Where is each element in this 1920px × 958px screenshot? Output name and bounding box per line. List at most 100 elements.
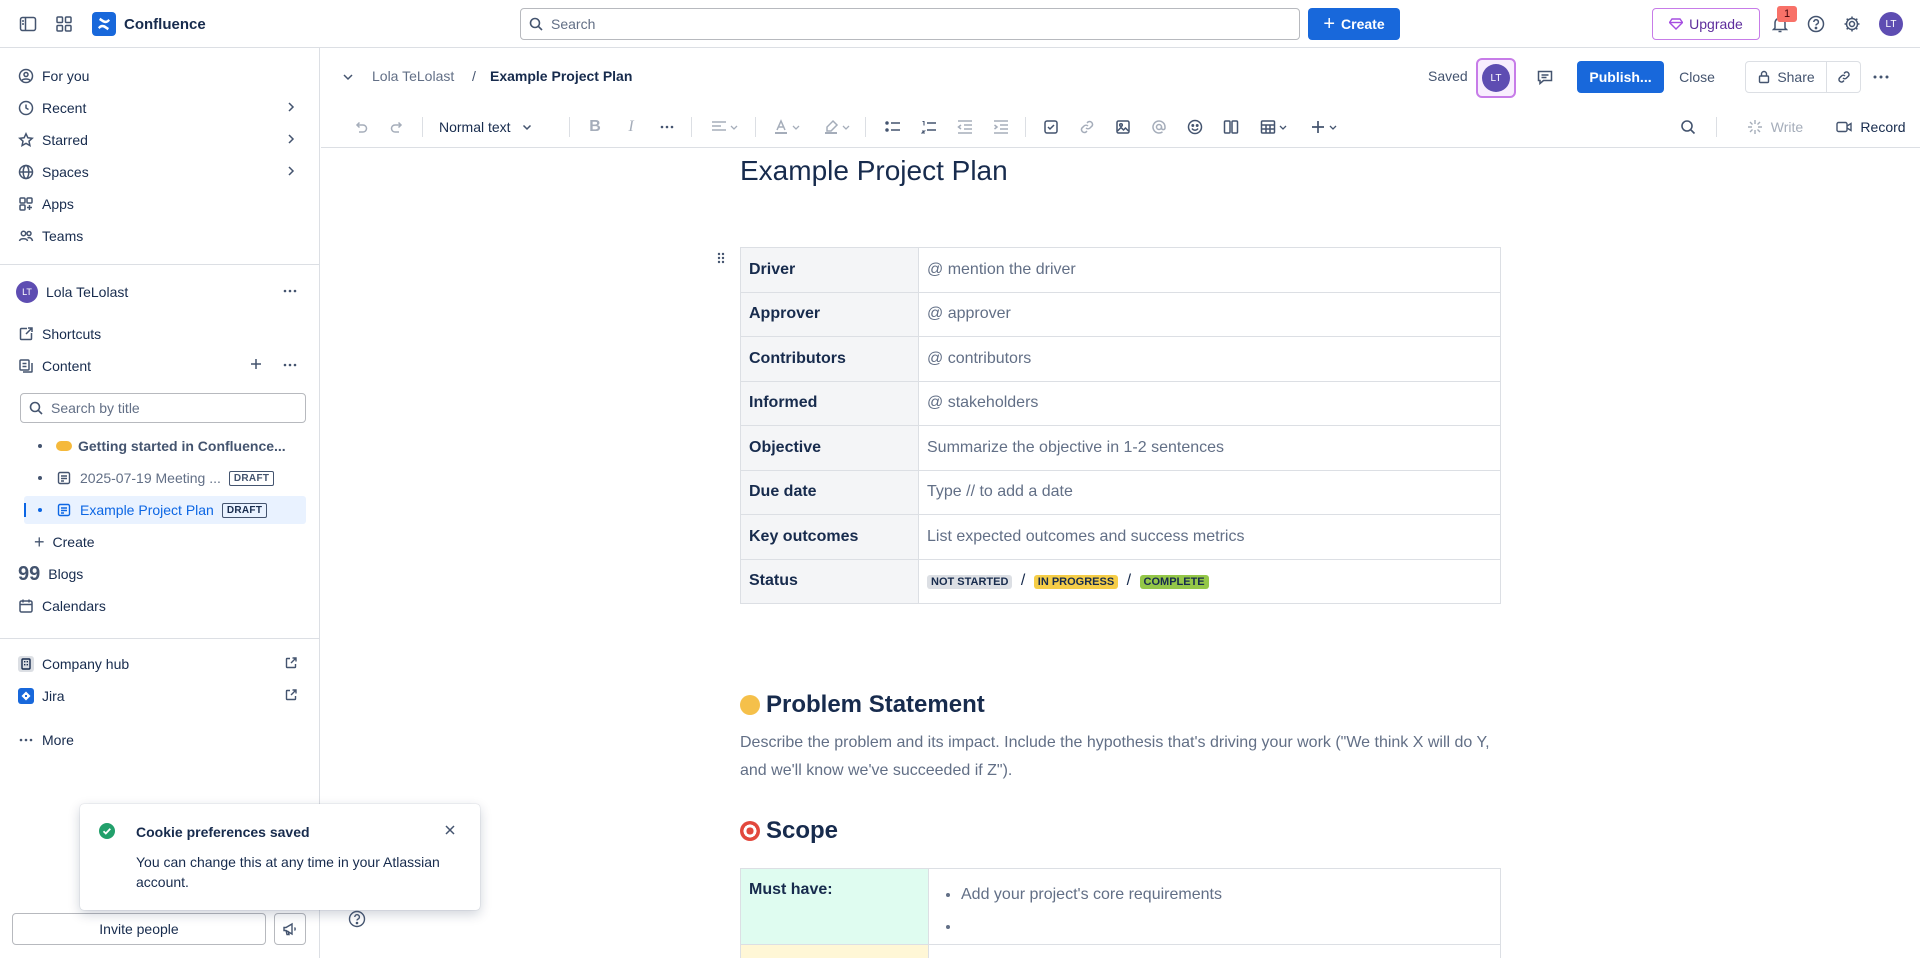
sidebar-item-content[interactable]: Content: [12, 352, 308, 380]
sidebar-item-jira[interactable]: Jira: [12, 682, 308, 710]
sidebar-item-blogs[interactable]: 99 Blogs: [12, 560, 308, 588]
italic-icon[interactable]: I: [619, 115, 643, 139]
copy-link-button[interactable]: [1827, 61, 1861, 93]
indent-icon[interactable]: [989, 115, 1013, 139]
more-actions-icon[interactable]: [282, 283, 298, 299]
find-replace-search-icon[interactable]: [1676, 115, 1700, 139]
close-button[interactable]: Close: [1671, 61, 1723, 93]
sidebar-item-spaces[interactable]: Spaces: [12, 158, 308, 186]
problem-statement-text[interactable]: Describe the problem and its impact. Inc…: [740, 729, 1510, 785]
redo-icon[interactable]: [385, 115, 409, 139]
table-key-cell[interactable]: Approver: [740, 291, 919, 337]
collaborator-avatar-button[interactable]: LT: [1476, 58, 1516, 98]
table-value-cell[interactable]: @ stakeholders: [918, 380, 1501, 426]
text-color-icon[interactable]: [769, 115, 805, 139]
search-by-title-input[interactable]: Search by title: [20, 393, 306, 423]
table-key-cell[interactable]: Status: [740, 558, 919, 604]
link-icon[interactable]: [1075, 115, 1099, 139]
list-item[interactable]: [961, 911, 1492, 943]
editor-content[interactable]: Example Project Plan Driver @ mention the…: [321, 149, 1920, 958]
help-icon[interactable]: [1804, 12, 1828, 36]
scope-heading[interactable]: Scope: [740, 817, 838, 845]
numbered-list-icon[interactable]: [917, 115, 941, 139]
table-key-cell[interactable]: Objective: [740, 425, 919, 471]
sidebar-item-starred[interactable]: Starred: [12, 126, 308, 154]
status-lozenge-complete[interactable]: COMPLETE: [1139, 575, 1209, 590]
table-value-cell[interactable]: [928, 944, 1501, 958]
upgrade-button[interactable]: Upgrade: [1652, 8, 1760, 40]
chevron-down-icon[interactable]: [341, 70, 355, 84]
sidebar-toggle-icon[interactable]: [16, 12, 40, 36]
mention-icon[interactable]: [1147, 115, 1171, 139]
global-search-input[interactable]: Search: [520, 8, 1300, 40]
table-value-cell[interactable]: @ mention the driver: [918, 247, 1501, 293]
settings-gear-icon[interactable]: [1840, 12, 1864, 36]
table-key-cell[interactable]: Key outcomes: [740, 514, 919, 560]
tree-item-meeting[interactable]: 2025-07-19 Meeting ... DRAFT: [24, 464, 306, 492]
undo-icon[interactable]: [349, 115, 373, 139]
share-button[interactable]: Share: [1745, 61, 1827, 93]
breadcrumb-space[interactable]: Lola TeLolast: [372, 68, 454, 84]
comment-icon[interactable]: [1536, 68, 1554, 86]
drag-handle-icon[interactable]: [716, 251, 726, 265]
feedback-megaphone-button[interactable]: [274, 913, 306, 945]
record-button[interactable]: Record: [1833, 115, 1909, 139]
app-switcher-icon[interactable]: [52, 12, 76, 36]
sidebar-item-for-you[interactable]: For you: [12, 62, 308, 90]
list-item[interactable]: Add your project's core requirements: [961, 879, 1492, 911]
bullet-list-icon[interactable]: [881, 115, 905, 139]
tree-item-example-project-plan[interactable]: Example Project Plan DRAFT: [24, 496, 306, 524]
sidebar-item-apps[interactable]: Apps: [12, 190, 308, 218]
confluence-logo[interactable]: Confluence: [92, 12, 206, 36]
text-style-dropdown[interactable]: Normal text: [439, 115, 555, 139]
user-avatar[interactable]: LT: [1879, 12, 1903, 36]
layouts-icon[interactable]: [1219, 115, 1243, 139]
sidebar-item-teams[interactable]: Teams: [12, 222, 308, 250]
breadcrumb-current-page[interactable]: Example Project Plan: [490, 68, 632, 84]
table-value-cell[interactable]: Type // to add a date: [918, 469, 1501, 515]
table-dropdown-icon[interactable]: [1255, 115, 1293, 139]
sidebar-item-shortcuts[interactable]: Shortcuts: [12, 320, 308, 348]
table-value-cell[interactable]: Summarize the objective in 1-2 sentences: [918, 425, 1501, 471]
emoji-icon[interactable]: [1183, 115, 1207, 139]
bold-icon[interactable]: B: [583, 115, 607, 139]
table-key-cell[interactable]: Informed: [740, 380, 919, 426]
table-key-cell[interactable]: Must have:: [740, 868, 929, 945]
table-key-cell[interactable]: Contributors: [740, 336, 919, 382]
sidebar-item-more[interactable]: More: [12, 726, 308, 754]
more-formatting-icon[interactable]: [655, 115, 679, 139]
status-cell[interactable]: NOT STARTED / IN PROGRESS / COMPLETE: [918, 558, 1501, 604]
help-circle-icon[interactable]: [348, 910, 366, 928]
status-lozenge-not-started[interactable]: NOT STARTED: [927, 575, 1013, 590]
image-icon[interactable]: [1111, 115, 1135, 139]
sidebar-item-recent[interactable]: Recent: [12, 94, 308, 122]
publish-button[interactable]: Publish...: [1577, 61, 1664, 93]
invite-people-button[interactable]: Invite people: [12, 913, 266, 945]
sidebar-item-calendars[interactable]: Calendars: [12, 592, 308, 620]
problem-statement-heading[interactable]: Problem Statement: [740, 691, 985, 719]
table-key-cell[interactable]: Driver: [740, 247, 919, 293]
outdent-icon[interactable]: [953, 115, 977, 139]
tree-create-button[interactable]: + Create: [28, 528, 308, 556]
highlight-icon[interactable]: [819, 115, 855, 139]
table-value-cell[interactable]: @ approver: [918, 291, 1501, 337]
more-actions-icon[interactable]: [282, 357, 298, 373]
alignment-dropdown-icon[interactable]: [707, 115, 743, 139]
table-value-cell[interactable]: Add your project's core requirements: [928, 868, 1501, 945]
plus-icon: +: [34, 532, 45, 552]
create-button[interactable]: + Create: [1308, 8, 1400, 40]
more-options-icon[interactable]: [1872, 69, 1890, 85]
add-content-icon[interactable]: [248, 356, 264, 372]
status-lozenge-in-progress[interactable]: IN PROGRESS: [1033, 575, 1119, 590]
action-item-checkbox-icon[interactable]: [1039, 115, 1063, 139]
table-key-cell[interactable]: [740, 944, 929, 958]
ai-write-button[interactable]: Write: [1741, 115, 1809, 139]
sidebar-item-company-hub[interactable]: Company hub: [12, 650, 308, 678]
table-value-cell[interactable]: List expected outcomes and success metri…: [918, 514, 1501, 560]
page-title[interactable]: Example Project Plan: [740, 155, 1008, 187]
table-value-cell[interactable]: @ contributors: [918, 336, 1501, 382]
insert-plus-dropdown-icon[interactable]: [1305, 115, 1343, 139]
table-key-cell[interactable]: Due date: [740, 469, 919, 515]
space-header[interactable]: LT Lola TeLolast: [12, 278, 308, 306]
tree-item-getting-started[interactable]: Getting started in Confluence...: [24, 432, 306, 460]
